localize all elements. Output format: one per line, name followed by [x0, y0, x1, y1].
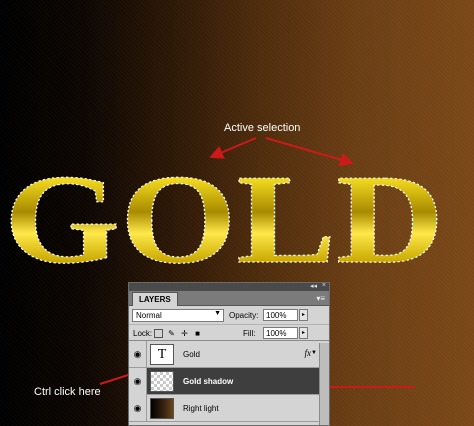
layer-name: Gold shadow: [183, 377, 234, 386]
eye-icon[interactable]: ◉: [129, 368, 147, 395]
lock-all-icon[interactable]: ■: [193, 329, 202, 338]
chevron-down-icon[interactable]: ▼: [311, 350, 317, 356]
layer-thumbnail[interactable]: [150, 371, 174, 392]
fill-slider-arrow[interactable]: ▸: [299, 327, 308, 339]
layer-name: Right light: [183, 404, 219, 413]
panel-tab-bar: LAYERS ▾≡: [129, 291, 329, 306]
lock-move-icon[interactable]: ✛: [180, 329, 189, 338]
lock-label: Lock:: [133, 329, 153, 338]
lock-transparent-icon[interactable]: [154, 329, 163, 338]
opacity-slider-arrow[interactable]: ▸: [299, 309, 308, 321]
text-layer-thumbnail[interactable]: T: [150, 344, 174, 365]
panel-menu-icon[interactable]: ▾≡: [316, 294, 325, 303]
panel-scrollbar[interactable]: [319, 343, 329, 425]
lock-fill-row: Lock: ✎ ✛ ■ Fill: 100% ▸: [129, 324, 329, 341]
panel-title-strip: ◂◂ ×: [129, 283, 329, 291]
close-icon[interactable]: ×: [322, 283, 326, 289]
layer-row-gold-shadow[interactable]: ◉ Gold shadow: [129, 368, 329, 395]
opacity-label: Opacity:: [229, 311, 259, 320]
tab-layers[interactable]: LAYERS: [132, 292, 178, 306]
layers-panel: ◂◂ × LAYERS ▾≡ Normal ▼ Opacity: 100% ▸ …: [128, 282, 330, 426]
layer-thumbnail[interactable]: [150, 398, 174, 419]
gold-text: GOLD: [4, 148, 444, 290]
fill-label: Fill:: [243, 329, 256, 338]
lock-brush-icon[interactable]: ✎: [167, 329, 176, 338]
blend-mode-select[interactable]: Normal ▼: [132, 309, 224, 322]
blend-opacity-row: Normal ▼ Opacity: 100% ▸: [129, 306, 329, 324]
layer-row-gold[interactable]: ◉ T Gold fx ▼: [129, 341, 329, 368]
active-selection-label: Active selection: [224, 122, 301, 134]
collapse-icon[interactable]: ◂◂: [310, 283, 317, 290]
chevron-down-icon: ▼: [214, 310, 221, 317]
opacity-field[interactable]: 100%: [263, 309, 298, 321]
fx-icon[interactable]: fx: [305, 348, 312, 358]
eye-icon[interactable]: ◉: [129, 395, 147, 422]
layer-row-right-light[interactable]: ◉ Right light: [129, 395, 329, 422]
fill-field[interactable]: 100%: [263, 327, 298, 339]
layer-name: Gold: [183, 350, 200, 359]
blend-mode-value: Normal: [136, 311, 162, 320]
eye-icon[interactable]: ◉: [129, 341, 147, 368]
ctrl-click-label: Ctrl click here: [34, 386, 101, 398]
